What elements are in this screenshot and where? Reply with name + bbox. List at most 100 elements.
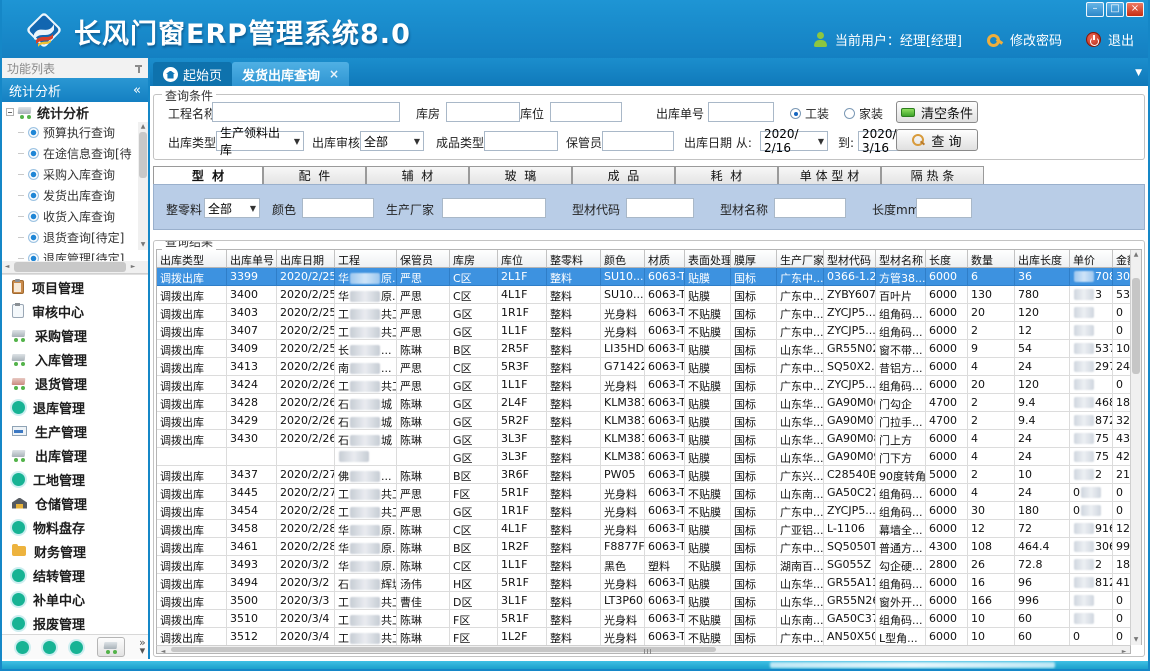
location-input[interactable] [550, 102, 622, 122]
table-row[interactable]: 调拨出库34942020/3/2石辉城汤伟H区5R1F整料光身料6063-T5贴… [157, 574, 1130, 592]
grid-column-header[interactable]: 单价 [1070, 250, 1113, 268]
tree-expand-icon[interactable] [6, 108, 14, 116]
table-row[interactable]: 调拨出库34372020/2/27佛...陈琳B区3R6F整料PW056063-… [157, 466, 1130, 484]
grid-column-header[interactable]: 数量 [968, 250, 1015, 268]
collapse-icon[interactable]: « [133, 83, 141, 98]
grid-column-header[interactable]: 出库长度 [1015, 250, 1070, 268]
table-row[interactable]: 调拨出库35122020/3/4工共工程陈琳F区1L2F整料光身料6063-T5… [157, 628, 1130, 645]
search-button[interactable]: 查 询 [896, 129, 978, 151]
table-row[interactable]: 调拨出库34302020/2/26石城陈琳G区3L3F整料KLM38176063… [157, 430, 1130, 448]
cart-shortcut-button[interactable] [97, 637, 125, 657]
grid-column-header[interactable]: 金额 [1113, 250, 1130, 268]
tree-item[interactable]: 退库管理[待定] [2, 248, 148, 262]
change-password-link[interactable]: 修改密码 [1010, 30, 1062, 49]
sidebar-item[interactable]: 出库管理 [2, 443, 148, 467]
green-dot-icon[interactable] [43, 641, 56, 654]
grid-column-header[interactable]: 长度 [926, 250, 968, 268]
table-row[interactable]: 调拨出库34072020/2/25工共工程严思G区1L1F整料光身料6063-T… [157, 322, 1130, 340]
table-row[interactable]: 调拨出库34282020/2/26石城陈琳G区2L4F整料KLM38176063… [157, 394, 1130, 412]
project-name-input[interactable] [212, 102, 400, 122]
outbound-audit-select[interactable]: 全部▼ [360, 131, 424, 151]
profile-code-input[interactable] [626, 198, 694, 218]
table-row[interactable]: 调拨出库35102020/3/4工共工程陈琳F区5R1F整料光身料6063-T5… [157, 610, 1130, 628]
close-button[interactable]: × [1126, 2, 1144, 17]
length-input[interactable] [916, 198, 972, 218]
logout-link[interactable]: 退出 [1108, 30, 1134, 49]
tab-shipment-outbound-query[interactable]: 发货出库查询 × [232, 62, 349, 86]
outbound-type-select[interactable]: 生产领料出库▼ [216, 131, 304, 151]
grid-column-header[interactable]: 工程 [335, 250, 397, 268]
material-tab[interactable]: 配 件 [263, 166, 366, 184]
sidebar-item[interactable]: 报废管理 [2, 611, 148, 634]
material-tab[interactable]: 型 材 [153, 166, 263, 184]
material-tab[interactable]: 隔 热 条 [881, 166, 984, 184]
sidebar-item[interactable]: 项目管理 [2, 275, 148, 299]
grid-horizontal-scrollbar[interactable]: ◄ ► [156, 645, 1131, 654]
material-tab[interactable]: 单 体 型 材 [778, 166, 881, 184]
table-row[interactable]: 调拨出库34132020/2/26南...严思C区5R3F整料G71422606… [157, 358, 1130, 376]
color-input[interactable] [302, 198, 374, 218]
tree-item[interactable]: 在途信息查询[待 [2, 143, 148, 164]
tree-item[interactable]: 退货查询[待定] [2, 227, 148, 248]
profile-name-input[interactable] [774, 198, 846, 218]
product-type-input[interactable] [484, 131, 558, 151]
scroll-up-icon[interactable]: ▲ [1131, 250, 1141, 260]
tab-list-dropdown-icon[interactable]: ▼ [1135, 68, 1142, 78]
more-menus-button[interactable]: »▾ [139, 639, 146, 655]
grid-column-header[interactable]: 出库类型 [157, 250, 227, 268]
grid-column-header[interactable]: 生产厂家 [777, 250, 824, 268]
tab-close-icon[interactable]: × [329, 67, 339, 81]
grid-column-header[interactable]: 材质 [645, 250, 685, 268]
order-no-input[interactable] [708, 102, 774, 122]
tree-item[interactable]: 采购入库查询 [2, 164, 148, 185]
green-dot-icon[interactable] [16, 641, 29, 654]
clear-conditions-button[interactable]: 清空条件 [896, 101, 978, 123]
table-row[interactable]: 调拨出库34032020/2/25工共工程严思G区1R1F整料光身料6063-T… [157, 304, 1130, 322]
radio-jiazhuang[interactable]: 家装 [844, 105, 883, 122]
sidebar-item[interactable]: 生产管理 [2, 419, 148, 443]
grid-column-header[interactable]: 库位 [498, 250, 547, 268]
grid-column-header[interactable]: 出库日期 [277, 250, 335, 268]
scroll-right-icon[interactable]: ► [1119, 647, 1129, 657]
sidebar-item[interactable]: 工地管理 [2, 467, 148, 491]
table-row[interactable]: 调拨出库34292020/2/26石城陈琳G区5R2F整料KLM38176063… [157, 412, 1130, 430]
grid-column-header[interactable]: 型材代码 [824, 250, 876, 268]
tab-home[interactable]: 起始页 [153, 62, 232, 86]
material-tab[interactable]: 玻 璃 [469, 166, 572, 184]
sidebar-item[interactable]: 入库管理 [2, 347, 148, 371]
date-from-picker[interactable]: 2020/ 2/16▼ [760, 131, 828, 151]
sidebar-item[interactable]: 采购管理 [2, 323, 148, 347]
maker-input[interactable] [442, 198, 546, 218]
scroll-down-icon[interactable]: ▼ [138, 240, 148, 250]
table-row[interactable]: 调拨出库34242020/2/26工共工程严思G区1L1F整料光身料6063-T… [157, 376, 1130, 394]
grid-column-header[interactable]: 整零料 [547, 250, 601, 268]
sidebar-item[interactable]: 审核中心 [2, 299, 148, 323]
scroll-right-icon[interactable]: ► [128, 262, 138, 272]
keeper-input[interactable] [602, 131, 674, 151]
grid-column-header[interactable]: 膜厚 [731, 250, 777, 268]
sidebar-item[interactable]: 补单中心 [2, 587, 148, 611]
table-row[interactable]: 调拨出库34002020/2/25华原...严思C区4L1F整料SU10...6… [157, 286, 1130, 304]
table-row[interactable]: 调拨出库35002020/3/3工共工程曹佳D区3L1F整料LT3P606063… [157, 592, 1130, 610]
pin-icon[interactable] [134, 64, 143, 73]
green-dot-icon[interactable] [70, 641, 83, 654]
scroll-down-icon[interactable]: ▼ [1131, 635, 1141, 645]
scroll-left-icon[interactable]: ◄ [158, 647, 168, 657]
minimize-button[interactable]: – [1086, 2, 1104, 17]
grid-column-header[interactable]: 出库单号 [227, 250, 277, 268]
grid-column-header[interactable]: 表面处理 [685, 250, 731, 268]
sidebar-item[interactable]: 退货管理 [2, 371, 148, 395]
grid-column-header[interactable]: 型材名称 [876, 250, 926, 268]
sidebar-item[interactable]: 结转管理 [2, 563, 148, 587]
tree-item[interactable]: 收货入库查询 [2, 206, 148, 227]
grid-column-header[interactable]: 保管员 [397, 250, 450, 268]
material-tab[interactable]: 耗 材 [675, 166, 778, 184]
sidebar-item[interactable]: 物料盘存 [2, 515, 148, 539]
tree-vertical-scrollbar[interactable]: ▲ ▼ [138, 122, 148, 250]
maximize-button[interactable]: □ [1106, 2, 1124, 17]
tree-item[interactable]: 发货出库查询 [2, 185, 148, 206]
scroll-up-icon[interactable]: ▲ [138, 122, 148, 132]
scroll-left-icon[interactable]: ◄ [2, 262, 12, 272]
statistics-section-header[interactable]: 统计分析 « [2, 78, 148, 102]
warehouse-input[interactable] [446, 102, 520, 122]
